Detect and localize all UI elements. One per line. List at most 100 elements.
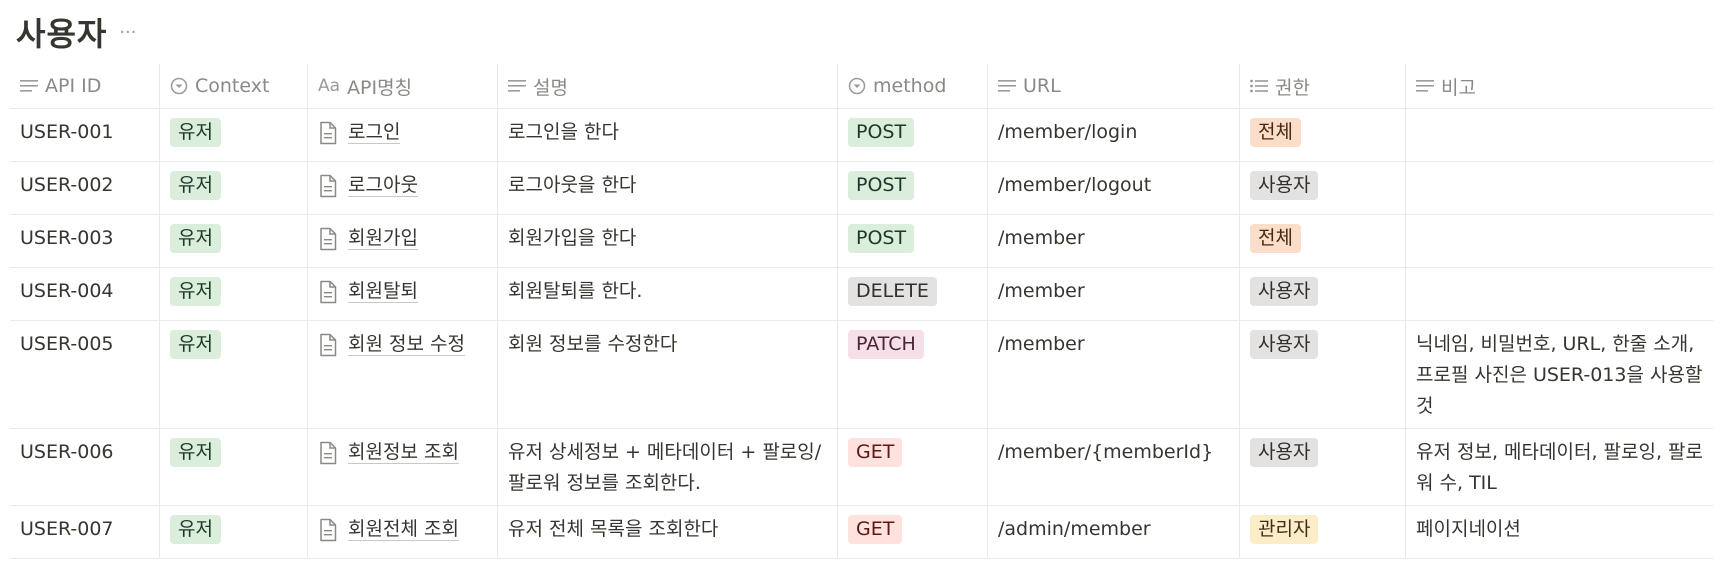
cell-context[interactable]: 유저 (160, 429, 308, 505)
api-name-link[interactable]: 회원전체 조회 (348, 518, 459, 541)
method-tag: POST (848, 224, 915, 253)
context-tag: 유저 (170, 438, 221, 467)
column-header-description[interactable]: 설명 (498, 64, 838, 108)
cell-description[interactable]: 로그아웃을 한다 (498, 162, 838, 214)
cell-context[interactable]: 유저 (160, 215, 308, 267)
cell-url[interactable]: /member/{memberId} (988, 429, 1240, 505)
table-row[interactable]: USER-007 유저 회원전체 조회 유저 전체 목록을 조회한다 GET/admin… (10, 506, 1713, 559)
cell-method[interactable]: POST (838, 215, 988, 267)
table-row[interactable]: USER-004 유저 회원탈퇴 회원탈퇴를 한다. DELETE/member 사용자 (10, 268, 1713, 321)
page-link[interactable]: 회원전체 조회 (318, 514, 487, 552)
api-name-link[interactable]: 회원정보 조회 (348, 441, 459, 464)
cell-method[interactable]: GET (838, 429, 988, 505)
cell-method[interactable]: POST (838, 162, 988, 214)
page-link[interactable]: 회원정보 조회 (318, 437, 487, 475)
cell-api-id[interactable]: USER-005 (10, 321, 160, 428)
cell-description[interactable]: 회원탈퇴를 한다. (498, 268, 838, 320)
column-header-url[interactable]: URL (988, 64, 1240, 108)
cell-permission[interactable]: 사용자 (1240, 268, 1406, 320)
cell-context[interactable]: 유저 (160, 268, 308, 320)
cell-note[interactable]: 닉네임, 비밀번호, URL, 한줄 소개, 프로필 사진은 USER-013을… (1406, 321, 1713, 428)
table-row[interactable]: USER-002 유저 로그아웃 로그아웃을 한다 POST/member/logout… (10, 162, 1713, 215)
table-row[interactable]: USER-006 유저 회원정보 조회 유저 상세정보 + 메타데이터 + 팔로잉/팔… (10, 429, 1713, 506)
cell-api-name[interactable]: 회원탈퇴 (308, 268, 498, 320)
column-header-api-id[interactable]: API ID (10, 64, 160, 108)
text-lines-icon (998, 79, 1016, 93)
cell-api-id[interactable]: USER-007 (10, 506, 160, 558)
column-header-api-name[interactable]: Aa API명칭 (308, 64, 498, 108)
page-link[interactable]: 로그인 (318, 117, 487, 155)
cell-note[interactable] (1406, 268, 1713, 320)
cell-url[interactable]: /member/login (988, 109, 1240, 161)
cell-description[interactable]: 로그인을 한다 (498, 109, 838, 161)
cell-context[interactable]: 유저 (160, 321, 308, 428)
cell-note[interactable]: 페이지네이션 (1406, 506, 1713, 558)
page-link[interactable]: 로그아웃 (318, 170, 487, 208)
cell-permission[interactable]: 사용자 (1240, 321, 1406, 428)
permission-tag: 전체 (1250, 224, 1301, 253)
cell-context[interactable]: 유저 (160, 506, 308, 558)
api-name-link[interactable]: 회원 정보 수정 (348, 333, 465, 356)
cell-api-name[interactable]: 로그인 (308, 109, 498, 161)
cell-api-id[interactable]: USER-004 (10, 268, 160, 320)
cell-api-name[interactable]: 회원전체 조회 (308, 506, 498, 558)
table-row[interactable]: USER-005 유저 회원 정보 수정 회원 정보를 수정한다 PATCH/membe… (10, 321, 1713, 429)
cell-url[interactable]: /member/logout (988, 162, 1240, 214)
permission-tag: 전체 (1250, 118, 1301, 147)
cell-context[interactable]: 유저 (160, 109, 308, 161)
column-header-context[interactable]: Context (160, 64, 308, 108)
table-row[interactable]: USER-001 유저 로그인 로그인을 한다 POST/member/login 전체 (10, 109, 1713, 162)
multi-select-icon (1250, 79, 1268, 93)
api-id-text: USER-006 (20, 441, 114, 463)
page-link[interactable]: 회원가입 (318, 223, 487, 261)
column-header-method[interactable]: method (838, 64, 988, 108)
cell-method[interactable]: PATCH (838, 321, 988, 428)
api-name-link[interactable]: 회원가입 (348, 227, 418, 250)
api-name-link[interactable]: 로그인 (348, 121, 401, 144)
cell-permission[interactable]: 전체 (1240, 109, 1406, 161)
cell-note[interactable] (1406, 215, 1713, 267)
page-link[interactable]: 회원 정보 수정 (318, 329, 487, 367)
more-options-icon[interactable]: ··· (119, 22, 136, 43)
cell-api-id[interactable]: USER-002 (10, 162, 160, 214)
context-tag: 유저 (170, 224, 221, 253)
cell-url[interactable]: /member (988, 321, 1240, 428)
api-name-link[interactable]: 회원탈퇴 (348, 280, 418, 303)
page-link[interactable]: 회원탈퇴 (318, 276, 487, 314)
cell-api-name[interactable]: 회원가입 (308, 215, 498, 267)
cell-api-name[interactable]: 회원정보 조회 (308, 429, 498, 505)
cell-description[interactable]: 유저 상세정보 + 메타데이터 + 팔로잉/팔로워 정보를 조회한다. (498, 429, 838, 505)
method-tag: PATCH (848, 330, 924, 359)
cell-api-name[interactable]: 회원 정보 수정 (308, 321, 498, 428)
cell-url[interactable]: /member (988, 268, 1240, 320)
cell-permission[interactable]: 관리자 (1240, 506, 1406, 558)
cell-method[interactable]: GET (838, 506, 988, 558)
api-id-text: USER-005 (20, 333, 114, 355)
cell-api-id[interactable]: USER-006 (10, 429, 160, 505)
column-label: Context (195, 75, 270, 97)
cell-note[interactable] (1406, 162, 1713, 214)
cell-description[interactable]: 회원가입을 한다 (498, 215, 838, 267)
page-title[interactable]: 사용자 (16, 9, 107, 55)
column-header-note[interactable]: 비고 (1406, 64, 1713, 108)
table-row[interactable]: USER-003 유저 회원가입 회원가입을 한다 POST/member 전체 (10, 215, 1713, 268)
cell-description[interactable]: 유저 전체 목록을 조회한다 (498, 506, 838, 558)
note-text: 닉네임, 비밀번호, URL, 한줄 소개, 프로필 사진은 USER-013을… (1416, 333, 1703, 417)
cell-api-id[interactable]: USER-003 (10, 215, 160, 267)
cell-permission[interactable]: 전체 (1240, 215, 1406, 267)
cell-method[interactable]: POST (838, 109, 988, 161)
cell-url[interactable]: /admin/member (988, 506, 1240, 558)
cell-api-id[interactable]: USER-001 (10, 109, 160, 161)
cell-api-name[interactable]: 로그아웃 (308, 162, 498, 214)
column-header-permission[interactable]: 권한 (1240, 64, 1406, 108)
api-name-link[interactable]: 로그아웃 (348, 174, 418, 197)
cell-url[interactable]: /member (988, 215, 1240, 267)
cell-note[interactable]: 유저 정보, 메타데이터, 팔로잉, 팔로워 수, TIL (1406, 429, 1713, 505)
document-icon (318, 437, 340, 475)
cell-description[interactable]: 회원 정보를 수정한다 (498, 321, 838, 428)
cell-permission[interactable]: 사용자 (1240, 162, 1406, 214)
cell-context[interactable]: 유저 (160, 162, 308, 214)
cell-permission[interactable]: 사용자 (1240, 429, 1406, 505)
cell-note[interactable] (1406, 109, 1713, 161)
cell-method[interactable]: DELETE (838, 268, 988, 320)
